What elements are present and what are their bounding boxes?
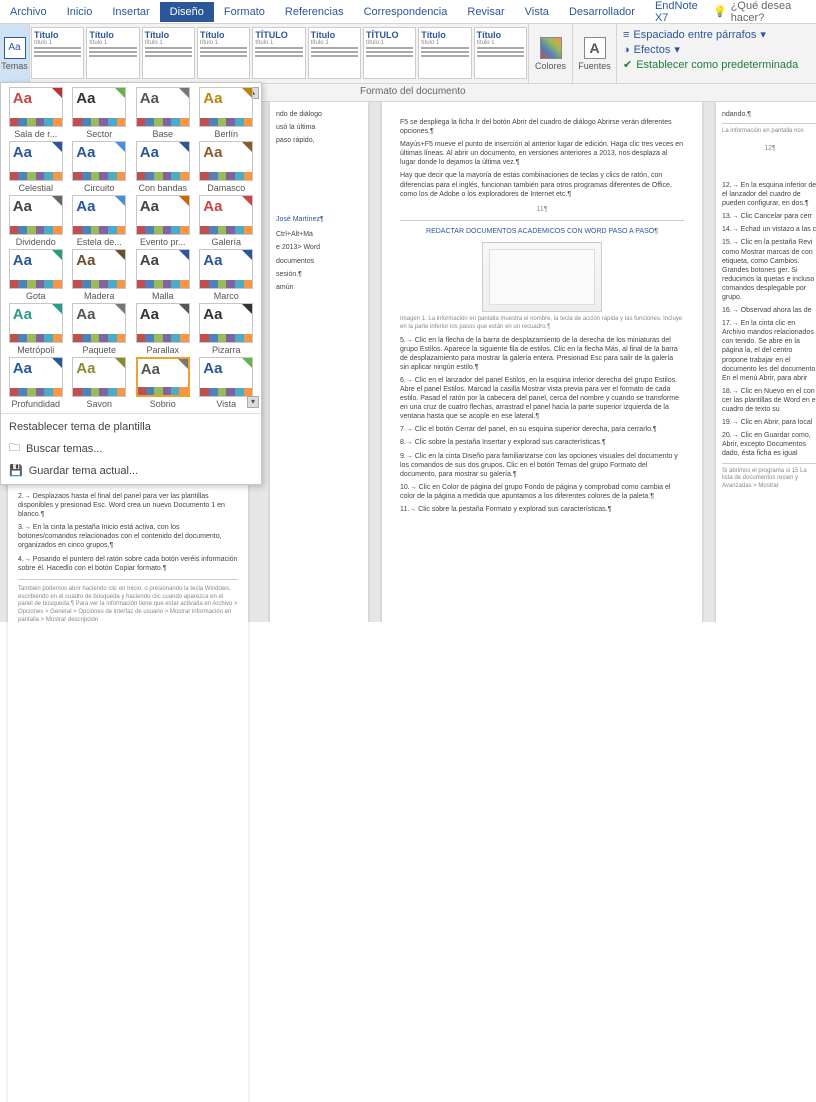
style-preview[interactable]: Títulotítulo 1 xyxy=(86,27,139,79)
style-preview[interactable]: Títulotítulo 1 xyxy=(142,27,195,79)
chevron-down-icon: ▾ xyxy=(674,43,680,56)
image-placeholder xyxy=(482,242,602,312)
paragraph-spacing-button[interactable]: ≡Espaciado entre párrafos ▾ xyxy=(623,28,810,41)
set-default-button[interactable]: ✔Establecer como predeterminada xyxy=(623,58,810,71)
theme-conbandas[interactable]: AaCon bandas xyxy=(132,141,194,193)
theme-estelade[interactable]: AaEstela de... xyxy=(69,195,131,247)
effects-button[interactable]: ◑Efectos ▾ xyxy=(623,43,810,56)
fonts-label: Fuentes xyxy=(578,61,611,71)
tell-me-search[interactable]: 💡¿Qué desea hacer? xyxy=(713,0,816,24)
theme-pizarra[interactable]: AaPizarra xyxy=(196,303,258,355)
theme-marco[interactable]: AaMarco xyxy=(196,249,258,301)
style-preview[interactable]: TÍTULOtítulo 1 xyxy=(252,27,305,79)
ribbon-right-options: ≡Espaciado entre párrafos ▾ ◑Efectos ▾ ✔… xyxy=(616,24,816,83)
tab-inicio[interactable]: Inicio xyxy=(57,2,103,22)
save-theme-item[interactable]: 💾Guardar tema actual... xyxy=(9,461,253,480)
tab-revisar[interactable]: Revisar xyxy=(457,2,514,22)
tab-correspondencia[interactable]: Correspondencia xyxy=(354,2,458,22)
theme-savon[interactable]: AaSavon xyxy=(69,357,131,409)
ribbon-tabs: ArchivoInicioInsertarDiseñoFormatoRefere… xyxy=(0,0,816,24)
theme-malla[interactable]: AaMalla xyxy=(132,249,194,301)
browse-themes-item[interactable]: 🗀Buscar temas... xyxy=(9,436,253,461)
theme-salader[interactable]: AaSala de r... xyxy=(5,87,67,139)
left-doc-background: 2.→ Desplazaos hasta el final del panel … xyxy=(0,474,262,622)
temas-button[interactable]: Aa Temas xyxy=(0,24,30,83)
style-preview[interactable]: Títulotítulo 1 xyxy=(418,27,471,79)
reset-theme-item[interactable]: Restablecer tema de plantilla xyxy=(9,418,253,436)
dropdown-footer: Restablecer tema de plantilla 🗀Buscar te… xyxy=(1,413,261,484)
theme-profundidad[interactable]: AaProfundidad xyxy=(5,357,67,409)
tab-vista[interactable]: Vista xyxy=(515,2,559,22)
document-page: ndando.¶La información en pantalla nos12… xyxy=(716,102,816,622)
theme-sector[interactable]: AaSector xyxy=(69,87,131,139)
tab-diseño[interactable]: Diseño xyxy=(160,2,214,22)
spacing-icon: ≡ xyxy=(623,29,629,41)
theme-eventopr[interactable]: AaEvento pr... xyxy=(132,195,194,247)
bulb-icon: 💡 xyxy=(713,5,727,18)
style-preview[interactable]: Títulotítulo 1 xyxy=(474,27,527,79)
document-page: ndo de diálogousó la últimapaso rápido,J… xyxy=(270,102,368,622)
save-icon: 💾 xyxy=(9,464,23,477)
tab-insertar[interactable]: Insertar xyxy=(102,2,159,22)
theme-damasco[interactable]: AaDamasco xyxy=(196,141,258,193)
document-page: F5 se despliega la ficha Ir del botón Ab… xyxy=(382,102,702,622)
ribbon-content: Aa Temas Títulotítulo 1Títulotítulo 1Tít… xyxy=(0,24,816,84)
fonts-icon: A xyxy=(584,37,606,59)
themes-icon: Aa xyxy=(4,37,26,59)
tab-referencias[interactable]: Referencias xyxy=(275,2,354,22)
colors-button[interactable]: Colores xyxy=(528,24,572,83)
theme-metrpoli[interactable]: AaMetrópoli xyxy=(5,303,67,355)
theme-galera[interactable]: AaGalería xyxy=(196,195,258,247)
theme-paquete[interactable]: AaPaquete xyxy=(69,303,131,355)
document-area[interactable]: ndo de diálogousó la últimapaso rápido,J… xyxy=(262,102,816,622)
style-preview[interactable]: Títulotítulo 1 xyxy=(197,27,250,79)
theme-parallax[interactable]: AaParallax xyxy=(132,303,194,355)
style-preview[interactable]: Títulotítulo 1 xyxy=(308,27,361,79)
colors-label: Colores xyxy=(535,61,566,71)
themes-dropdown: ▴ AaSala de r...AaSectorAaBaseAaBerlínAa… xyxy=(0,82,262,485)
temas-label: Temas xyxy=(1,61,28,71)
tab-formato[interactable]: Formato xyxy=(214,2,275,22)
theme-gota[interactable]: AaGota xyxy=(5,249,67,301)
theme-dividendo[interactable]: AaDividendo xyxy=(5,195,67,247)
scroll-down-arrow[interactable]: ▾ xyxy=(247,396,259,408)
theme-base[interactable]: AaBase xyxy=(132,87,194,139)
folder-icon: 🗀 xyxy=(9,439,20,458)
style-preview[interactable]: Títulotítulo 1 xyxy=(31,27,84,79)
theme-berln[interactable]: AaBerlín xyxy=(196,87,258,139)
fonts-button[interactable]: A Fuentes xyxy=(572,24,616,83)
tab-archivo[interactable]: Archivo xyxy=(0,2,57,22)
document-page: 2.→ Desplazaos hasta el final del panel … xyxy=(8,482,248,1102)
tab-desarrollador[interactable]: Desarrollador xyxy=(559,2,645,22)
document-formatting-gallery[interactable]: Títulotítulo 1Títulotítulo 1Títulotítulo… xyxy=(30,24,528,83)
theme-circuito[interactable]: AaCircuito xyxy=(69,141,131,193)
theme-celestial[interactable]: AaCelestial xyxy=(5,141,67,193)
colors-icon xyxy=(540,37,562,59)
chevron-down-icon: ▾ xyxy=(760,28,766,41)
check-icon: ✔ xyxy=(623,58,632,71)
style-preview[interactable]: TÍTULOtítulo 1 xyxy=(363,27,416,79)
theme-sobrio[interactable]: AaSobrio xyxy=(132,357,194,409)
theme-madera[interactable]: AaMadera xyxy=(69,249,131,301)
effects-icon: ◑ xyxy=(623,44,630,56)
